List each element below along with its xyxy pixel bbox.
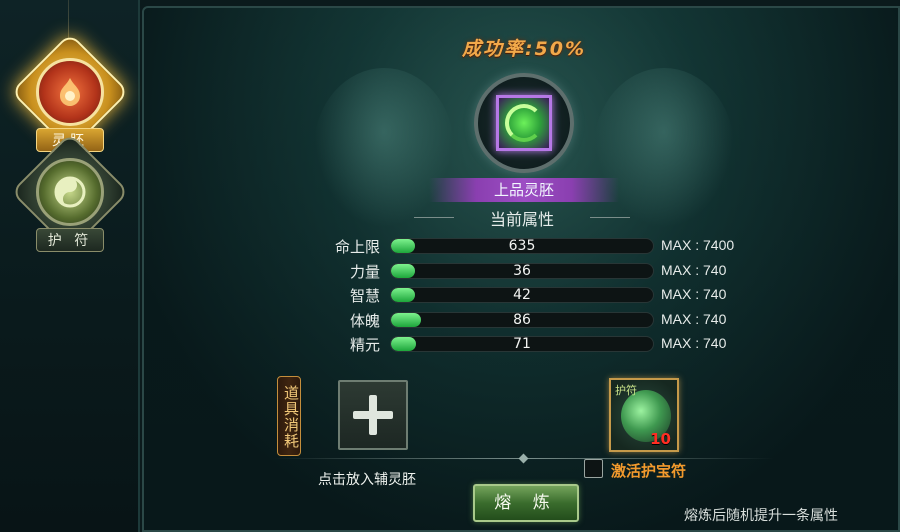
stat-label: 体魄	[349, 311, 380, 330]
spirit-blank-icon	[36, 58, 104, 126]
spirit-blank-item-icon	[496, 95, 552, 151]
stat-bar: 635	[390, 238, 654, 254]
stat-max: MAX : 740	[661, 335, 727, 351]
stat-value: 36	[513, 262, 531, 279]
divider	[274, 453, 774, 464]
stat-label: 力量	[349, 262, 380, 281]
talisman-count: 10	[650, 430, 671, 448]
stat-value: 42	[513, 287, 531, 303]
item-name: 上品灵胚	[429, 178, 619, 202]
consume-tag: 道具消耗	[277, 376, 301, 456]
stat-bar: 86	[390, 311, 654, 328]
stat-row: 命上限 635 MAX : 7400	[314, 234, 874, 259]
guardian-beast-right	[594, 68, 734, 228]
guardian-beast-left	[314, 68, 454, 228]
stat-max: MAX : 740	[661, 286, 727, 302]
stat-max: MAX : 740	[661, 310, 727, 327]
stat-value: 71	[513, 336, 531, 352]
add-material-hint: 点击放入辅灵胚	[318, 472, 416, 488]
add-material-button[interactable]	[338, 380, 408, 450]
stat-row: 智慧 42 MAX : 740	[314, 283, 874, 308]
stat-bar: 71	[390, 336, 654, 352]
sidebar: 灵胚 护 符	[0, 0, 140, 532]
stat-max: MAX : 740	[661, 261, 727, 278]
stat-value: 635	[508, 238, 536, 254]
stat-list: 命上限 635 MAX : 7400 力量 36 MAX : 740 智慧 42…	[314, 234, 874, 357]
stat-value: 86	[513, 311, 531, 328]
stat-bar: 36	[390, 262, 654, 279]
tab-label: 护 符	[36, 228, 104, 252]
attributes-title: 当前属性	[402, 206, 642, 230]
stat-row: 体魄 86 MAX : 740	[314, 308, 874, 333]
stat-row: 力量 36 MAX : 740	[314, 259, 874, 284]
stat-row: 精元 71 MAX : 740	[314, 332, 874, 357]
tab-talisman[interactable]: 护 符	[10, 132, 130, 256]
success-rate: 成功率:50%	[461, 38, 587, 60]
activate-talisman-checkbox[interactable]	[584, 459, 603, 478]
stat-bar: 42	[390, 287, 654, 303]
talisman-slot[interactable]: 护符 10	[609, 378, 679, 452]
main-item-slot[interactable]	[464, 68, 584, 178]
activate-talisman-label[interactable]: 激活护宝符	[611, 460, 686, 481]
smelt-button[interactable]: 熔 炼	[473, 484, 579, 522]
talisman-icon	[36, 158, 104, 226]
stat-label: 智慧	[349, 287, 380, 305]
stat-max: MAX : 7400	[661, 237, 735, 253]
footer-note: 熔炼后随机提升一条属性	[684, 508, 838, 524]
forge-panel: 成功率:50% 上品灵胚 当前属性 命上限 635 MAX : 7400 力量 …	[142, 6, 900, 532]
talisman-corner-text: 护符	[615, 384, 637, 397]
stat-label: 精元	[349, 336, 380, 354]
stat-label: 命上限	[334, 238, 380, 256]
